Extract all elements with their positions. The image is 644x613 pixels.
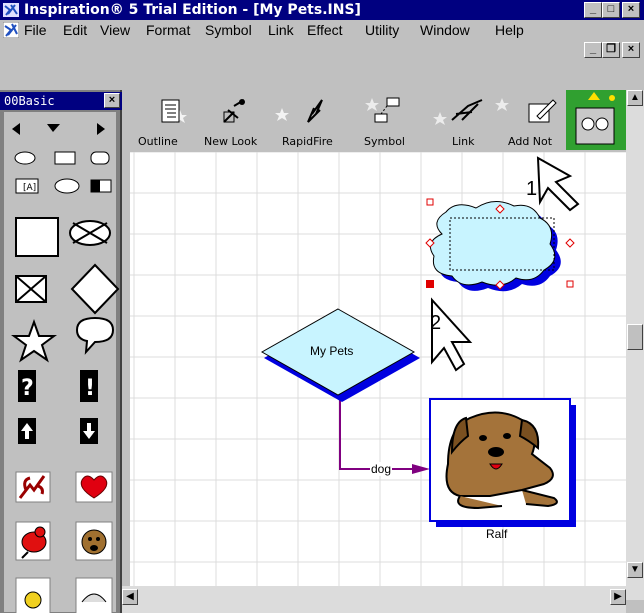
outline-icon[interactable]	[160, 98, 182, 126]
scroll-left-arrow-icon[interactable]: ◀	[122, 589, 138, 605]
palette-title: 00Basic	[4, 94, 55, 108]
scroll-down-arrow-icon[interactable]: ▼	[627, 562, 643, 578]
document-icon[interactable]	[2, 21, 20, 39]
maximize-button[interactable]: □	[602, 2, 620, 18]
link-button[interactable]: Link	[452, 135, 475, 148]
svg-text:[A]: [A]	[23, 183, 36, 193]
menu-link[interactable]: Link	[268, 22, 294, 38]
menu-help[interactable]: Help	[495, 22, 524, 38]
vertical-scrollbar[interactable]: ▲ ▼	[626, 90, 644, 600]
horizontal-scrollbar[interactable]: ◀ ▶	[122, 586, 626, 613]
svg-text:?: ?	[21, 376, 34, 401]
diagram-canvas[interactable]: My Pets dog Ralf 1 2	[130, 152, 626, 586]
add-note-button[interactable]: Add Not	[508, 135, 552, 148]
app-icon[interactable]	[2, 2, 20, 18]
outline-button[interactable]: Outline	[138, 135, 178, 148]
cursor-1-icon	[536, 156, 580, 212]
svg-text:!: !	[85, 376, 95, 401]
doc-minimize-button[interactable]: _	[584, 42, 602, 58]
vertical-scroll-thumb[interactable]	[627, 324, 643, 350]
minimize-button[interactable]: _	[584, 2, 602, 18]
add-note-icon[interactable]	[527, 96, 557, 126]
ralf-caption[interactable]: Ralf	[486, 527, 507, 541]
menu-effect[interactable]: Effect	[307, 22, 343, 38]
callout-1: 1	[526, 178, 538, 200]
link-label[interactable]: dog	[370, 462, 393, 476]
menu-window[interactable]: Window	[420, 22, 470, 38]
symbol-palette: [A] ? !	[0, 90, 122, 613]
close-button[interactable]: ×	[622, 2, 640, 18]
link-icon[interactable]	[450, 98, 484, 124]
callout-2: 2	[430, 312, 442, 334]
menu-format[interactable]: Format	[146, 22, 190, 38]
resize-handle	[426, 280, 434, 288]
menu-view[interactable]: View	[100, 22, 130, 38]
symbol-icon[interactable]	[373, 96, 403, 126]
scroll-up-arrow-icon[interactable]: ▲	[627, 90, 643, 106]
title-bar: Inspiration® 5 Trial Edition - [My Pets.…	[0, 0, 644, 20]
new-look-icon[interactable]	[220, 96, 250, 126]
my-pets-label[interactable]: My Pets	[310, 344, 353, 358]
scroll-right-arrow-icon[interactable]: ▶	[610, 589, 626, 605]
cloud-symbol	[429, 201, 556, 286]
cursor-2-icon	[431, 297, 473, 372]
menu-utility[interactable]: Utility	[365, 22, 399, 38]
doc-restore-button[interactable]: ❐	[602, 42, 620, 58]
menu-file[interactable]: File	[24, 22, 47, 38]
menu-symbol[interactable]: Symbol	[205, 22, 252, 38]
menu-bar: File Edit View Format Symbol Link Effect…	[0, 20, 644, 40]
doc-close-button[interactable]: ×	[622, 42, 640, 58]
rapidfire-icon[interactable]	[302, 96, 328, 126]
new-look-button[interactable]: New Look	[204, 135, 257, 148]
symbol-button[interactable]: Symbol	[364, 135, 405, 148]
rapidfire-button[interactable]: RapidFire	[282, 135, 333, 148]
palette-close-button[interactable]: ×	[104, 93, 120, 108]
menu-edit[interactable]: Edit	[63, 22, 87, 38]
link-line	[339, 400, 420, 470]
window-title: Inspiration® 5 Trial Edition - [My Pets.…	[24, 2, 361, 18]
mdi-controls: _ ❐ ×	[0, 40, 644, 60]
mascot-icon[interactable]	[566, 90, 626, 150]
link-arrowhead	[412, 464, 430, 474]
